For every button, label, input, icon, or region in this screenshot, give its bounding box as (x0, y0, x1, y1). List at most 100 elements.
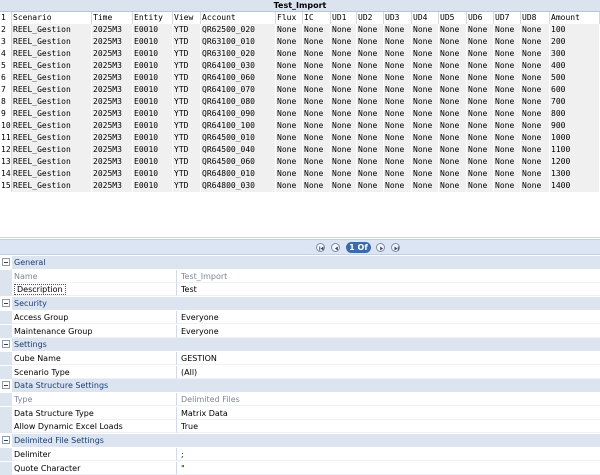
grid-cell[interactable]: E0010 (133, 180, 173, 192)
grid-cell[interactable]: REEL_Gestion (12, 144, 92, 156)
grid-cell[interactable]: None (384, 36, 412, 48)
grid-cell[interactable]: E0010 (133, 132, 173, 144)
grid-cell[interactable]: None (331, 48, 357, 60)
grid-header-cell[interactable]: IC (303, 12, 331, 24)
grid-cell[interactable]: YTD (173, 96, 201, 108)
grid-cell[interactable]: None (412, 132, 439, 144)
grid-cell[interactable]: None (412, 96, 439, 108)
grid-cell[interactable]: None (384, 132, 412, 144)
grid-cell[interactable]: None (521, 156, 550, 168)
grid-cell[interactable]: None (494, 96, 521, 108)
grid-cell[interactable]: None (412, 72, 439, 84)
property-row[interactable]: Cube Name GESTION (0, 351, 600, 365)
collapse-icon[interactable] (2, 340, 10, 349)
grid-cell[interactable]: QR64100_030 (201, 60, 276, 72)
property-value[interactable]: (All) (177, 366, 600, 379)
grid-cell[interactable]: 100 (550, 24, 600, 36)
collapse-icon[interactable] (2, 381, 10, 390)
grid-cell[interactable]: None (276, 168, 303, 180)
grid-cell[interactable]: 300 (550, 48, 600, 60)
grid-header-cell[interactable]: Flux (276, 12, 303, 24)
grid-cell[interactable]: 2025M3 (92, 144, 133, 156)
grid-cell[interactable]: None (467, 84, 494, 96)
grid-cell[interactable]: E0010 (133, 120, 173, 132)
grid-cell[interactable]: None (276, 120, 303, 132)
grid-cell[interactable]: E0010 (133, 24, 173, 36)
grid-cell[interactable]: None (439, 84, 467, 96)
grid-cell[interactable]: None (303, 132, 331, 144)
grid-cell[interactable]: E0010 (133, 156, 173, 168)
row-number[interactable]: 13 (0, 156, 12, 168)
grid-cell[interactable]: QR64100_070 (201, 84, 276, 96)
property-name[interactable]: Scenario Type (12, 365, 177, 379)
grid-cell[interactable]: None (467, 48, 494, 60)
property-value[interactable]: Everyone (177, 311, 600, 324)
row-number[interactable]: 6 (0, 72, 12, 84)
grid-cell[interactable]: E0010 (133, 108, 173, 120)
grid-cell[interactable]: None (331, 84, 357, 96)
grid-cell[interactable]: None (384, 168, 412, 180)
grid-header-cell[interactable]: Entity (133, 12, 173, 24)
property-category[interactable]: Delimited File Settings (0, 434, 600, 448)
collapse-icon[interactable] (2, 299, 10, 308)
grid-cell[interactable]: None (521, 72, 550, 84)
grid-cell[interactable]: None (357, 132, 384, 144)
grid-cell[interactable]: 2025M3 (92, 180, 133, 192)
property-row[interactable]: Type Delimited Files (0, 393, 600, 406)
grid-cell[interactable]: QR64100_100 (201, 120, 276, 132)
grid-cell[interactable]: None (494, 168, 521, 180)
grid-header-cell[interactable]: UD2 (357, 12, 384, 24)
grid-cell[interactable]: None (412, 60, 439, 72)
grid-cell[interactable]: E0010 (133, 36, 173, 48)
grid-cell[interactable]: None (494, 60, 521, 72)
grid-header-cell[interactable]: Amount (550, 12, 600, 24)
grid-cell[interactable]: None (521, 36, 550, 48)
grid-cell[interactable]: None (357, 180, 384, 192)
row-number[interactable]: 15 (0, 180, 12, 192)
grid-cell[interactable]: None (494, 180, 521, 192)
grid-cell[interactable]: None (384, 48, 412, 60)
grid-header-cell[interactable]: View (173, 12, 201, 24)
grid-header-cell[interactable]: UD6 (467, 12, 494, 24)
row-number[interactable]: 3 (0, 36, 12, 48)
grid-cell[interactable]: 2025M3 (92, 168, 133, 180)
grid-cell[interactable]: None (303, 144, 331, 156)
grid-cell[interactable]: 2025M3 (92, 48, 133, 60)
grid-cell[interactable]: QR64100_090 (201, 108, 276, 120)
grid-cell[interactable]: None (331, 72, 357, 84)
grid-cell[interactable]: REEL_Gestion (12, 156, 92, 168)
grid-cell[interactable]: None (331, 60, 357, 72)
row-number[interactable]: 2 (0, 24, 12, 36)
grid-cell[interactable]: None (331, 120, 357, 132)
grid-cell[interactable]: None (357, 144, 384, 156)
property-name[interactable]: Allow Dynamic Excel Loads (12, 420, 177, 434)
grid-cell[interactable]: None (276, 72, 303, 84)
grid-cell[interactable]: 1100 (550, 144, 600, 156)
grid-cell[interactable]: None (303, 180, 331, 192)
grid-header-cell[interactable]: Time (92, 12, 133, 24)
grid-cell[interactable]: REEL_Gestion (12, 108, 92, 120)
grid-cell[interactable]: YTD (173, 156, 201, 168)
grid-cell[interactable]: 1000 (550, 132, 600, 144)
grid-cell[interactable]: REEL_Gestion (12, 48, 92, 60)
row-number[interactable]: 7 (0, 84, 12, 96)
grid-header-cell[interactable]: UD5 (439, 12, 467, 24)
grid-cell[interactable]: None (384, 120, 412, 132)
grid-cell[interactable]: None (412, 120, 439, 132)
grid-cell[interactable]: None (439, 108, 467, 120)
grid-cell[interactable]: QR64500_010 (201, 132, 276, 144)
property-value[interactable]: GESTION (177, 352, 600, 365)
grid-cell[interactable]: None (357, 60, 384, 72)
grid-cell[interactable]: YTD (173, 168, 201, 180)
grid-cell[interactable]: None (467, 120, 494, 132)
property-category[interactable]: General (0, 256, 600, 269)
property-row[interactable]: Scenario Type (All) (0, 365, 600, 379)
grid-cell[interactable]: QR64800_030 (201, 180, 276, 192)
grid-cell[interactable]: YTD (173, 72, 201, 84)
grid-cell[interactable]: None (467, 24, 494, 36)
table-row[interactable]: 13 REEL_Gestion 2025M3 E0010 YTD QR64500_060 N… (0, 156, 600, 168)
grid-cell[interactable]: None (439, 60, 467, 72)
row-number[interactable]: 8 (0, 96, 12, 108)
table-row[interactable]: 7 REEL_Gestion 2025M3 E0010 YTD QR64100_070 No… (0, 84, 600, 96)
grid-cell[interactable]: 2025M3 (92, 96, 133, 108)
